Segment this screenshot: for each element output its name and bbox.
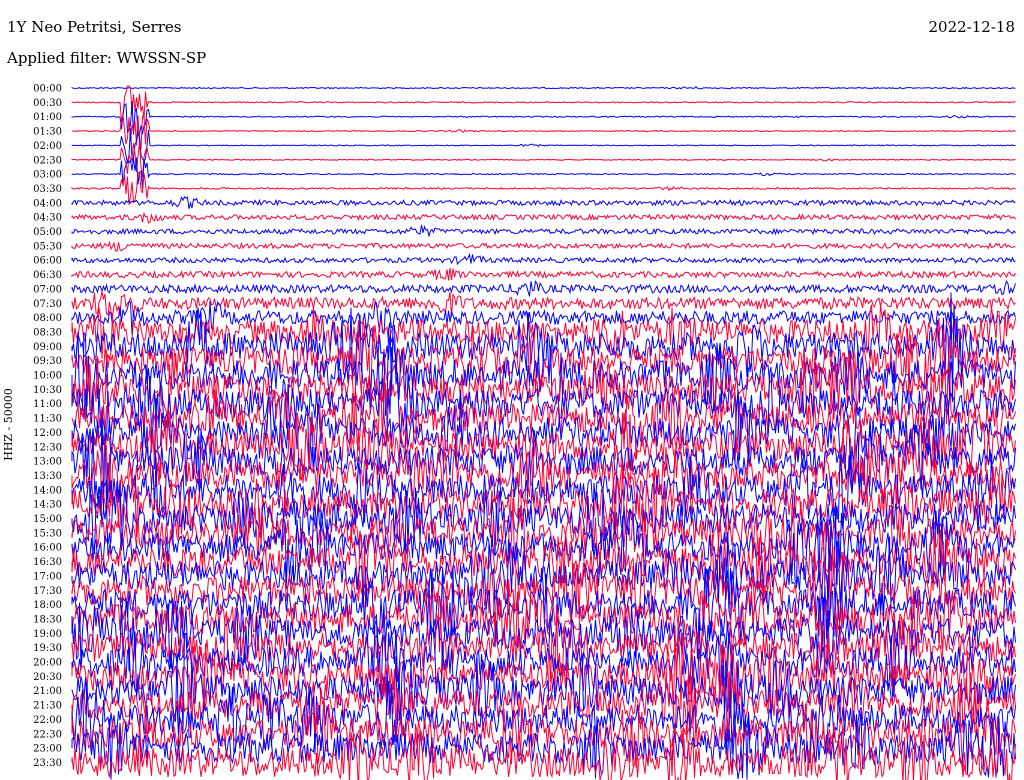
time-tick-label: 00:00 [33, 84, 62, 95]
time-tick-label: 19:00 [33, 629, 62, 640]
time-tick-label: 18:30 [33, 614, 62, 625]
time-tick-label: 13:00 [33, 457, 62, 468]
time-tick-label: 07:30 [33, 299, 62, 310]
time-tick-label: 09:00 [33, 342, 62, 353]
time-tick-label: 08:00 [33, 313, 62, 324]
trace-line [71, 195, 1016, 209]
time-tick-label: 11:00 [33, 399, 62, 410]
time-tick-label: 12:00 [33, 428, 62, 439]
time-tick-label: 07:00 [33, 284, 62, 295]
trace-line [71, 279, 1016, 297]
trace-line [71, 142, 1016, 177]
trace-line [71, 267, 1016, 281]
time-tick-label: 20:00 [33, 658, 62, 669]
time-tick-label: 11:30 [33, 414, 62, 425]
time-tick-label: 02:30 [33, 155, 62, 166]
time-tick-label: 21:30 [33, 701, 62, 712]
time-tick-label: 17:00 [33, 571, 62, 582]
time-tick-label: 21:00 [33, 686, 62, 697]
time-tick-label: 01:30 [33, 127, 62, 138]
time-tick-label: 01:00 [33, 112, 62, 123]
time-tick-label: 10:00 [33, 371, 62, 382]
trace-line [71, 101, 1016, 137]
trace-line [71, 240, 1016, 252]
trace-line [71, 211, 1016, 224]
time-tick-label: 14:30 [33, 500, 62, 511]
time-tick-label: 15:30 [33, 528, 62, 539]
time-ticks: 00:00 00:30 01:00 01:30 02:00 02:30 03:00 03:30… [33, 84, 62, 769]
time-tick-label: 03:00 [33, 170, 62, 181]
time-tick-label: 05:30 [33, 241, 62, 252]
time-tick-label: 16:30 [33, 557, 62, 568]
time-tick-label: 10:30 [33, 385, 62, 396]
time-tick-label: 19:30 [33, 643, 62, 654]
time-tick-label: 15:00 [33, 514, 62, 525]
time-tick-label: 06:00 [33, 256, 62, 267]
time-tick-label: 04:30 [33, 213, 62, 224]
trace-line [71, 85, 1016, 122]
trace-line [71, 128, 1016, 164]
time-tick-label: 05:00 [33, 227, 62, 238]
time-tick-label: 04:00 [33, 198, 62, 209]
time-tick-label: 02:00 [33, 141, 62, 152]
time-tick-label: 09:30 [33, 356, 62, 367]
time-tick-label: 20:30 [33, 672, 62, 683]
time-tick-label: 14:00 [33, 485, 62, 496]
time-tick-label: 06:30 [33, 270, 62, 281]
time-tick-label: 22:00 [33, 715, 62, 726]
trace-line [71, 86, 1016, 90]
time-tick-label: 17:30 [33, 586, 62, 597]
time-tick-label: 08:30 [33, 327, 62, 338]
time-tick-label: 16:00 [33, 543, 62, 554]
trace-line [71, 114, 1016, 150]
time-tick-label: 23:00 [33, 744, 62, 755]
time-tick-label: 13:30 [33, 471, 62, 482]
traces [71, 85, 1016, 780]
helicorder-plot: 00:00 00:30 01:00 01:30 02:00 02:30 03:00 03:30… [33, 84, 1016, 780]
trace-line [71, 157, 1016, 189]
time-tick-label: 18:00 [33, 600, 62, 611]
time-tick-label: 22:30 [33, 729, 62, 740]
trace-line [71, 171, 1016, 206]
time-tick-label: 23:30 [33, 758, 62, 769]
time-tick-label: 00:30 [33, 98, 62, 109]
trace-line [71, 252, 1016, 266]
trace-line [71, 224, 1016, 238]
time-tick-label: 03:30 [33, 184, 62, 195]
time-tick-label: 12:30 [33, 442, 62, 453]
